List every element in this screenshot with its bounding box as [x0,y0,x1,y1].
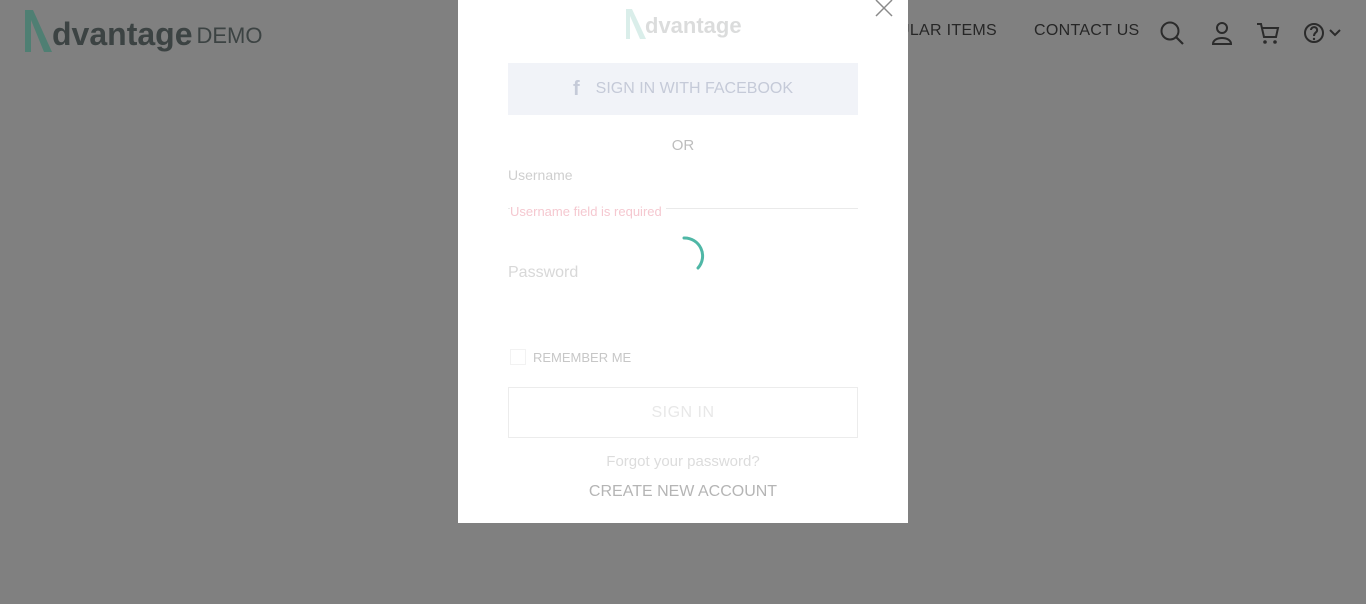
create-account-link[interactable]: CREATE NEW ACCOUNT [458,483,908,501]
logo-text: dvantage [52,16,193,52]
loading-spinner-icon [682,236,705,270]
sign-in-button[interactable]: SIGN IN [508,387,858,438]
close-icon[interactable] [874,0,894,18]
facebook-signin-button[interactable]: f SIGN IN WITH FACEBOOK [508,63,858,115]
facebook-signin-label: SIGN IN WITH FACEBOOK [595,80,794,97]
remember-me-checkbox[interactable] [510,349,526,365]
password-input[interactable] [508,288,862,314]
or-divider: OR [671,137,695,154]
modal-logo: dvantage [624,8,742,40]
forgot-password-link[interactable]: Forgot your password? [458,453,908,470]
logo-a-icon [25,10,52,52]
user-icon[interactable] [1209,20,1235,46]
username-error: Username field is required [510,204,666,219]
search-icon[interactable] [1159,20,1185,46]
cart-icon[interactable] [1255,20,1281,46]
remember-me-label[interactable]: REMEMBER ME [533,350,631,365]
help-icon[interactable] [1302,20,1328,46]
password-label: Password [508,264,579,281]
chevron-down-icon[interactable] [1328,20,1342,46]
nav-popular-items[interactable]: ULAR ITEMS [898,22,997,40]
logo-demo-text: DEMO [196,23,263,48]
site-logo[interactable]: dvantage DEMO [22,8,262,54]
nav-contact-us[interactable]: CONTACT US [1034,22,1140,40]
modal-logo-text: dvantage [645,13,742,38]
facebook-icon: f [572,77,580,100]
login-modal: dvantage f SIGN IN WITH FACEBOOK OR User… [458,0,908,523]
username-label: Username [508,167,573,183]
